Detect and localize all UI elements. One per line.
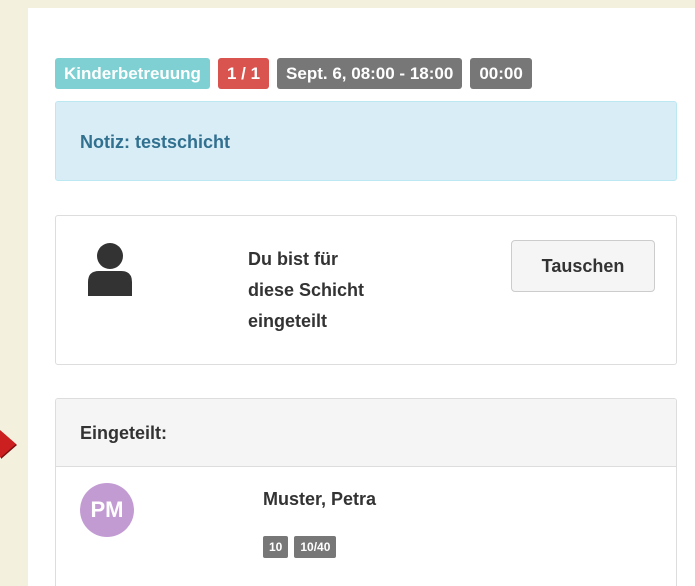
assignment-message-line: eingeteilt — [248, 311, 328, 331]
swap-shift-button[interactable]: Tauschen — [511, 240, 655, 292]
assignment-card: Du bist für diese Schicht eingeteilt Tau… — [55, 215, 677, 365]
assigned-heading: Eingeteilt: — [56, 399, 676, 467]
red-arrow-icon — [0, 430, 16, 458]
list-item: PM Muster, Petra 10 10/40 — [56, 467, 676, 586]
person-icon — [86, 242, 134, 296]
assigned-panel: Eingeteilt: PM Muster, Petra 10 10/40 — [55, 398, 677, 586]
member-badge: 10/40 — [294, 536, 337, 558]
fill-count-label: 1 / 1 — [217, 58, 270, 89]
note-text: Notiz: testschicht — [80, 132, 231, 152]
category-label: Kinderbetreuung — [55, 58, 210, 89]
member-badges: 10 10/40 — [263, 536, 337, 558]
assigned-title: Eingeteilt: — [80, 423, 168, 443]
assignment-message-line: Du bist für — [248, 249, 338, 269]
assignment-message-line: diese Schicht — [248, 280, 365, 300]
shift-detail-panel: Kinderbetreuung 1 / 1 Sept. 6, 08:00 - 1… — [28, 8, 695, 586]
member-badge: 10 — [263, 536, 289, 558]
assignment-message: Du bist für diese Schicht eingeteilt — [248, 244, 428, 337]
shift-labels: Kinderbetreuung 1 / 1 Sept. 6, 08:00 - 1… — [55, 58, 532, 89]
duration-label: 00:00 — [470, 58, 532, 89]
note-alert: Notiz: testschicht — [55, 101, 677, 181]
avatar: PM — [80, 483, 134, 537]
member-name: Muster, Petra — [263, 489, 377, 509]
time-range-label: Sept. 6, 08:00 - 18:00 — [277, 58, 463, 89]
